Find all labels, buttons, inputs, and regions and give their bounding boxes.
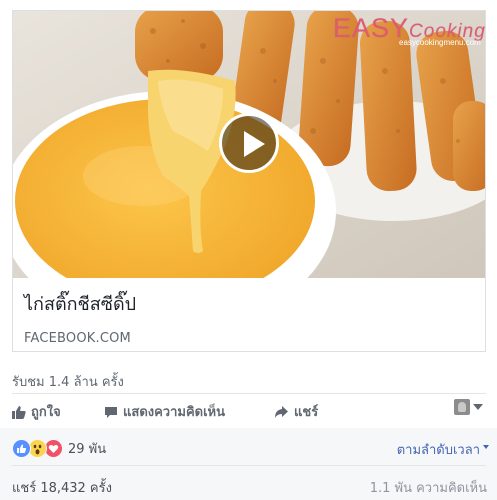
- link-title[interactable]: ไก่สติ๊กชีสซีดิ๊ป: [24, 289, 136, 318]
- reactions-footer: 29 พัน ตามลำดับเวลา แชร์ 18,432 ครั้ง 1.…: [0, 428, 497, 500]
- comment-button[interactable]: แสดงความคิดเห็น: [104, 401, 225, 422]
- share-arrow-icon: [275, 405, 288, 418]
- reaction-count: 29 พัน: [68, 442, 107, 457]
- action-bar: ถูกใจ แสดงความคิดเห็น แชร์: [12, 399, 486, 421]
- link-domain: FACEBOOK.COM: [24, 331, 131, 346]
- sort-label: ตามลำดับเวลา: [396, 443, 480, 458]
- like-button[interactable]: ถูกใจ: [12, 401, 61, 422]
- share-count[interactable]: แชร์ 18,432 ครั้ง: [12, 477, 112, 498]
- play-icon: [244, 131, 265, 157]
- comment-sort-dropdown[interactable]: ตามลำดับเวลา: [397, 439, 489, 460]
- thumbs-up-icon: [12, 405, 26, 419]
- view-count: รับชม 1.4 ล้าน ครั้ง: [12, 375, 124, 390]
- speech-bubble-icon: [105, 406, 117, 418]
- play-button[interactable]: [219, 113, 279, 173]
- video-thumbnail[interactable]: EASYCooking easycookingmenu.com: [13, 11, 485, 278]
- like-reaction-icon: [12, 439, 31, 458]
- post-as-selector[interactable]: [454, 399, 483, 415]
- link-preview-card[interactable]: EASYCooking easycookingmenu.com ไก่สติ๊ก…: [12, 10, 486, 352]
- divider: [12, 393, 486, 394]
- like-label: ถูกใจ: [31, 405, 61, 420]
- share-label: แชร์: [294, 405, 319, 420]
- brand-url: easycookingmenu.com: [399, 38, 481, 47]
- reactions-summary[interactable]: 29 พัน: [12, 438, 106, 459]
- comment-label: แสดงความคิดเห็น: [123, 405, 226, 420]
- share-button[interactable]: แชร์: [274, 401, 318, 422]
- chevron-down-icon: [483, 444, 489, 449]
- chevron-down-icon: [473, 404, 483, 410]
- comment-count[interactable]: 1.1 พัน ความคิดเห็น: [370, 477, 487, 498]
- divider: [12, 465, 486, 466]
- avatar: [454, 399, 470, 415]
